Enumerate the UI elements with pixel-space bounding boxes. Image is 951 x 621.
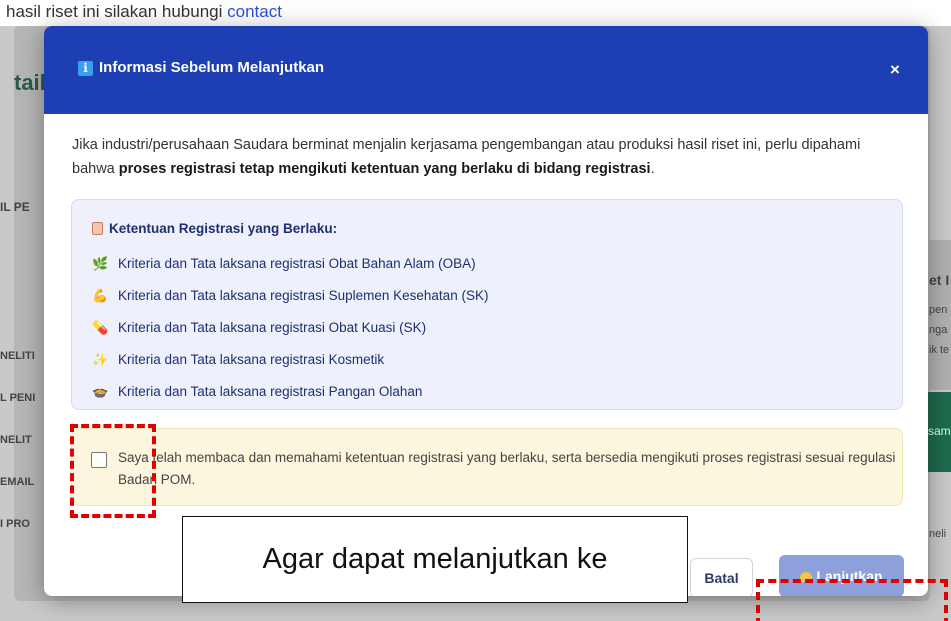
regulation-list-box: Ketentuan Registrasi yang Berlaku: 🌿 Krit… bbox=[71, 199, 903, 410]
regulation-item-label[interactable]: Kriteria dan Tata laksana registrasi Sup… bbox=[118, 288, 488, 303]
annotation-caption: Agar dapat melanjutkan ke bbox=[182, 516, 688, 603]
right-panel-text: neli bbox=[929, 528, 947, 540]
regulation-item-label[interactable]: Kriteria dan Tata laksana registrasi Pan… bbox=[118, 384, 422, 399]
clipboard-icon bbox=[92, 222, 103, 235]
sidebar-label: L PENI bbox=[0, 392, 36, 404]
regulation-item-quasi-drug[interactable]: 💊 Kriteria dan Tata laksana registrasi Ob… bbox=[92, 320, 426, 336]
regulation-list-title-text: Ketentuan Registrasi yang Berlaku: bbox=[109, 221, 338, 236]
herb-icon: 🌿 bbox=[92, 256, 109, 271]
contact-link[interactable]: contact bbox=[227, 2, 282, 21]
food-bowl-icon: 🍲 bbox=[92, 384, 109, 399]
right-panel-button[interactable]: sam bbox=[926, 392, 951, 472]
info-icon: i bbox=[78, 61, 93, 76]
right-panel-text: pen bbox=[929, 304, 948, 316]
sidebar-label: NELIT bbox=[0, 434, 32, 446]
right-panel-text: et I bbox=[929, 272, 950, 288]
sparkles-icon: ✨ bbox=[92, 352, 109, 367]
cancel-button[interactable]: Batal bbox=[690, 558, 753, 596]
agreement-text[interactable]: Saya telah membaca dan memahami ketentua… bbox=[118, 447, 898, 491]
agreement-checkbox[interactable] bbox=[91, 452, 107, 468]
regulation-item-processed-food[interactable]: 🍲 Kriteria dan Tata laksana registrasi Pa… bbox=[92, 384, 422, 400]
right-panel-text: nga bbox=[929, 324, 948, 336]
flexed-arm-icon: 💪 bbox=[92, 288, 109, 303]
page-top-line: hasil riset ini silakan hubungi contact bbox=[0, 0, 951, 26]
agreement-box: Saya telah membaca dan memahami ketentua… bbox=[71, 428, 903, 506]
continue-button-label: Lanjutkan bbox=[816, 568, 883, 584]
sidebar-label: I PRO bbox=[0, 518, 30, 530]
pill-icon: 💊 bbox=[92, 320, 109, 335]
intro-text-end: . bbox=[650, 161, 655, 177]
modal-title: Informasi Sebelum Melanjutkan bbox=[99, 59, 325, 76]
right-panel-text: ik te bbox=[929, 344, 950, 356]
continue-button[interactable]: Lanjutkan bbox=[779, 555, 904, 596]
intro-emphasis: proses registrasi tetap mengikuti ketent… bbox=[118, 161, 651, 177]
regulation-item-oba[interactable]: 🌿 Kriteria dan Tata laksana registrasi Ob… bbox=[92, 256, 476, 272]
sidebar-label: EMAIL bbox=[0, 476, 35, 488]
right-panel-button-label: sam bbox=[928, 424, 951, 438]
intro-text: Jika industri/perusahaan Saudara bermina… bbox=[72, 133, 902, 181]
regulation-item-label[interactable]: Kriteria dan Tata laksana registrasi Kos… bbox=[118, 352, 384, 367]
heart-icon bbox=[800, 572, 813, 582]
close-button[interactable]: × bbox=[880, 56, 910, 84]
detail-heading: tail bbox=[14, 70, 46, 95]
regulation-item-label[interactable]: Kriteria dan Tata laksana registrasi Oba… bbox=[118, 320, 426, 335]
regulation-item-supplement[interactable]: 💪 Kriteria dan Tata laksana registrasi Su… bbox=[92, 288, 488, 304]
sidebar-label: NELITI bbox=[0, 350, 35, 362]
regulation-item-label[interactable]: Kriteria dan Tata laksana registrasi Oba… bbox=[118, 256, 476, 271]
modal-header: i Informasi Sebelum Melanjutkan × bbox=[44, 26, 928, 114]
registration-info-modal: i Informasi Sebelum Melanjutkan × Jika i… bbox=[44, 26, 928, 596]
page-top-text: hasil riset ini silakan hubungi contact bbox=[6, 2, 282, 21]
sidebar-label: IL PE bbox=[0, 200, 30, 214]
regulation-item-cosmetic[interactable]: ✨ Kriteria dan Tata laksana registrasi Ko… bbox=[92, 352, 384, 368]
regulation-list-title: Ketentuan Registrasi yang Berlaku: bbox=[92, 221, 337, 236]
